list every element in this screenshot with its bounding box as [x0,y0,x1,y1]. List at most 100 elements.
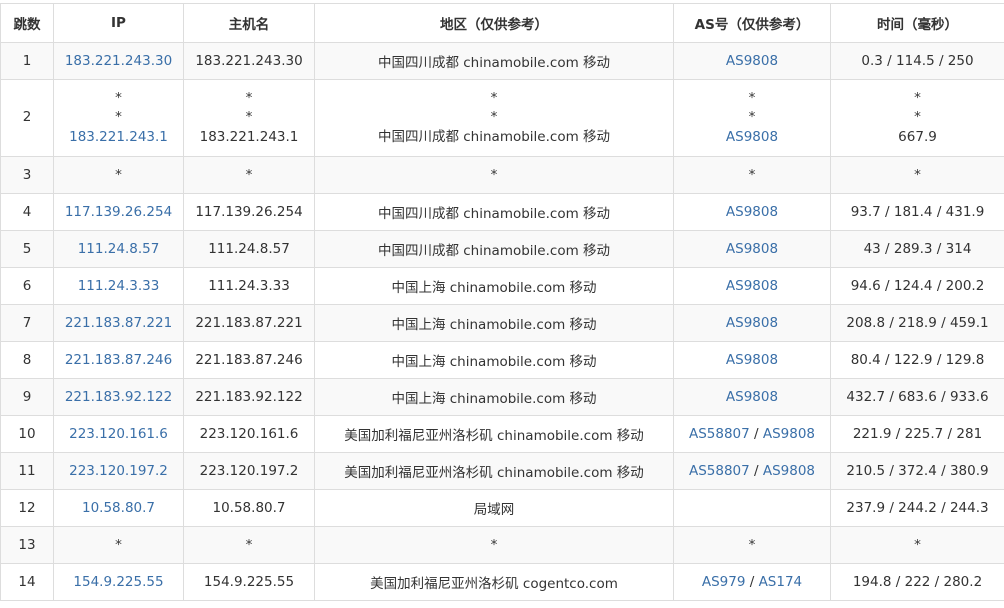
hop-cell: 13 [1,527,54,564]
ip-cell-link[interactable]: 221.183.87.246 [58,352,179,368]
hostname-cell-text: 221.183.92.122 [188,389,310,405]
ip-cell: 10.58.80.7 [54,490,184,527]
as-line: * [678,537,826,553]
as-separator: / [745,574,758,590]
region-cell: 美国加利福尼亚州洛杉矶 chinamobile.com 移动 [315,453,674,490]
hostname-cell: 154.9.225.55 [184,564,315,601]
as-cell: AS9808 [674,342,831,379]
region-cell-text: 中国四川成都 chinamobile.com 移动 [319,128,669,148]
ip-cell: 117.139.26.254 [54,194,184,231]
ip-cell-link[interactable]: 111.24.8.57 [58,241,179,257]
time-cell-text: 94.6 / 124.4 / 200.2 [835,278,1000,294]
as-line: AS9808 [678,315,826,331]
as-line: AS58807 / AS9808 [678,426,826,442]
time-cell-text: 80.4 / 122.9 / 129.8 [835,352,1000,368]
hostname-cell-text: 183.221.243.1 [188,128,310,148]
ip-cell-link[interactable]: 183.221.243.1 [58,128,179,148]
as-separator: / [750,463,763,479]
region-cell-text: 美国加利福尼亚州洛杉矶 cogentco.com [319,572,669,592]
as-link[interactable]: AS58807 [689,426,750,442]
as-cell: * [674,157,831,194]
hostname-cell-text: 221.183.87.221 [188,315,310,331]
region-cell-text: * [319,537,669,553]
time-cell: 208.8 / 218.9 / 459.1 [831,305,1004,342]
region-cell-text: 美国加利福尼亚州洛杉矶 chinamobile.com 移动 [319,461,669,481]
ip-cell-text: * [58,167,179,183]
ip-cell-link[interactable]: 111.24.3.33 [58,278,179,294]
ip-cell: 221.183.87.246 [54,342,184,379]
time-cell-text: 237.9 / 244.2 / 244.3 [835,500,1000,516]
region-cell-text: * [319,167,669,183]
ip-cell: 221.183.92.122 [54,379,184,416]
as-link[interactable]: AS979 [702,574,746,590]
table-row: 1210.58.80.710.58.80.7局域网237.9 / 244.2 /… [1,490,1004,527]
ip-cell: 154.9.225.55 [54,564,184,601]
region-cell-text: 局域网 [319,498,669,518]
time-cell: 80.4 / 122.9 / 129.8 [831,342,1004,379]
hostname-cell-text: 221.183.87.246 [188,352,310,368]
as-link[interactable]: AS9808 [726,315,778,331]
time-cell-text: 210.5 / 372.4 / 380.9 [835,463,1000,479]
table-row: 13***** [1,527,1004,564]
as-link[interactable]: AS9808 [763,463,815,479]
ip-cell-link[interactable]: 154.9.225.55 [58,574,179,590]
hop-cell: 14 [1,564,54,601]
time-cell-text: 667.9 [835,128,1000,148]
region-cell: 中国上海 chinamobile.com 移动 [315,379,674,416]
time-cell-text: 432.7 / 683.6 / 933.6 [835,389,1000,405]
ip-cell: 223.120.197.2 [54,453,184,490]
region-cell: 美国加利福尼亚州洛杉矶 chinamobile.com 移动 [315,416,674,453]
ip-cell-link[interactable]: 221.183.92.122 [58,389,179,405]
hop-cell: 5 [1,231,54,268]
as-link[interactable]: AS58807 [689,463,750,479]
as-line: AS9808 [678,352,826,368]
as-line: * [678,108,826,128]
as-link[interactable]: AS9808 [726,129,778,145]
header-as: AS号（仅供参考） [674,4,831,43]
ip-cell: 221.183.87.221 [54,305,184,342]
table-row: 6111.24.3.33111.24.3.33中国上海 chinamobile.… [1,268,1004,305]
ip-cell-link[interactable]: 10.58.80.7 [58,500,179,516]
region-cell-text: 中国上海 chinamobile.com 移动 [319,276,669,296]
as-link[interactable]: AS174 [759,574,803,590]
region-cell: 中国上海 chinamobile.com 移动 [315,268,674,305]
as-text: * [749,109,756,125]
hostname-cell: 111.24.3.33 [184,268,315,305]
region-cell-text: 中国上海 chinamobile.com 移动 [319,387,669,407]
hostname-cell: * [184,527,315,564]
as-cell: AS58807 / AS9808 [674,416,831,453]
ip-cell-link[interactable]: 221.183.87.221 [58,315,179,331]
hostname-cell-text: * [188,167,310,183]
ip-cell-link[interactable]: 223.120.161.6 [58,426,179,442]
ip-cell-link[interactable]: 183.221.243.30 [58,53,179,69]
as-line: AS9808 [678,241,826,257]
as-link[interactable]: AS9808 [726,278,778,294]
as-link[interactable]: AS9808 [726,53,778,69]
table-row: 3***** [1,157,1004,194]
as-line: AS58807 / AS9808 [678,463,826,479]
time-cell: * [831,527,1004,564]
table-row: 4117.139.26.254117.139.26.254中国四川成都 chin… [1,194,1004,231]
time-cell-text: * [835,167,1000,183]
region-cell: 中国四川成都 chinamobile.com 移动 [315,194,674,231]
region-cell-text: * [319,108,669,128]
as-line: AS9808 [678,128,826,148]
as-separator: / [750,426,763,442]
as-link[interactable]: AS9808 [763,426,815,442]
table-row: 14154.9.225.55154.9.225.55美国加利福尼亚州洛杉矶 co… [1,564,1004,601]
ip-cell-link[interactable]: 223.120.197.2 [58,463,179,479]
as-link[interactable]: AS9808 [726,204,778,220]
region-cell: 美国加利福尼亚州洛杉矶 cogentco.com [315,564,674,601]
hostname-cell: 221.183.92.122 [184,379,315,416]
region-cell: 中国四川成都 chinamobile.com 移动 [315,231,674,268]
as-link[interactable]: AS9808 [726,389,778,405]
hostname-cell: 223.120.161.6 [184,416,315,453]
time-cell-text: 93.7 / 181.4 / 431.9 [835,204,1000,220]
as-link[interactable]: AS9808 [726,352,778,368]
as-text: * [749,90,756,106]
time-cell: 221.9 / 225.7 / 281 [831,416,1004,453]
ip-cell-link[interactable]: 117.139.26.254 [58,204,179,220]
hostname-cell-text: * [188,537,310,553]
as-link[interactable]: AS9808 [726,241,778,257]
as-cell: AS979 / AS174 [674,564,831,601]
